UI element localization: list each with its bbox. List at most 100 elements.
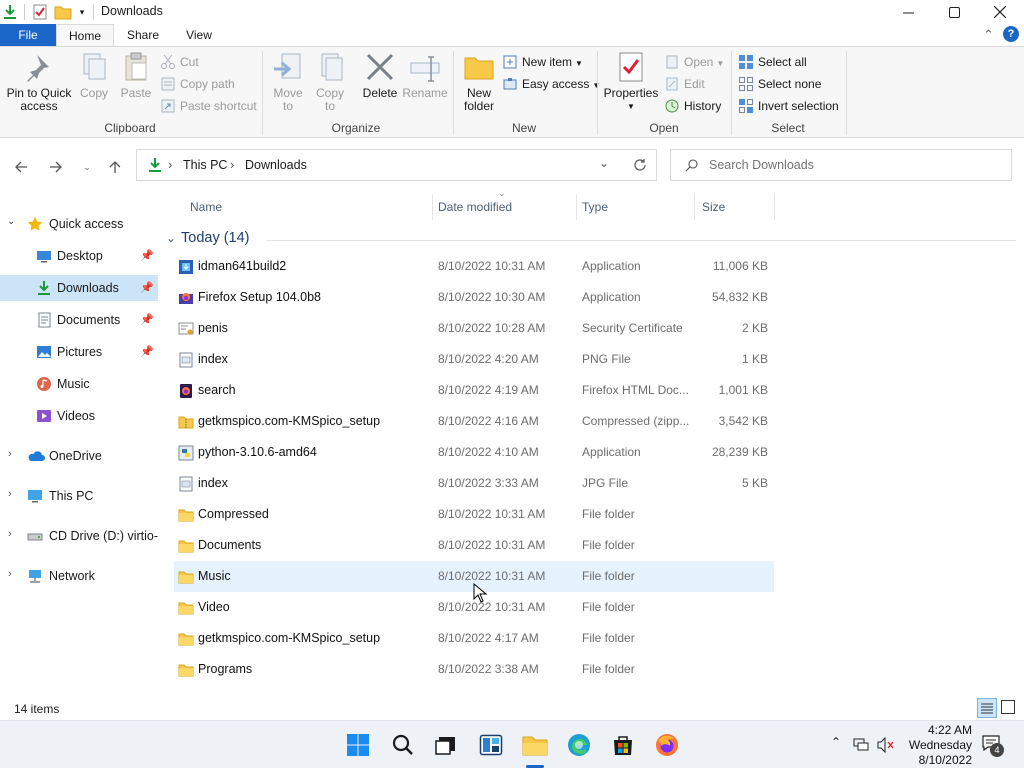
- pin-to-quick-access-button[interactable]: Pin to Quick access: [4, 51, 74, 113]
- nav-item-quick-access[interactable]: ⌄ Quick access: [0, 211, 158, 237]
- minimize-button[interactable]: [885, 0, 931, 24]
- file-row[interactable]: search 8/10/2022 4:19 AM Firefox HTML Doc.…: [174, 375, 774, 406]
- tab-share[interactable]: Share: [118, 24, 168, 46]
- file-explorer-taskbar-icon[interactable]: [519, 729, 551, 761]
- file-row[interactable]: getkmspico.com-KMSpico_setup 8/10/2022 4:…: [174, 406, 774, 437]
- file-row[interactable]: index 8/10/2022 4:20 AM PNG File 1 KB: [174, 344, 774, 375]
- network-tray-icon[interactable]: [853, 738, 869, 752]
- breadcrumb-this-pc[interactable]: This PC: [183, 158, 227, 172]
- column-header-type[interactable]: Type: [574, 194, 694, 220]
- file-row[interactable]: index 8/10/2022 3:33 AM JPG File 5 KB: [174, 468, 774, 499]
- expanded-chevron-icon[interactable]: ⌄: [7, 216, 15, 227]
- new-folder-button[interactable]: New folder: [458, 51, 500, 113]
- breadcrumb-separator-icon[interactable]: ›: [230, 157, 234, 172]
- folder-row[interactable]: Programs 8/10/2022 3:38 AM File folder: [174, 654, 774, 685]
- history-button[interactable]: History: [664, 96, 721, 116]
- column-header-size[interactable]: Size: [694, 194, 774, 220]
- up-arrow-icon[interactable]: [104, 156, 126, 178]
- task-view-icon[interactable]: [430, 729, 462, 761]
- collapsed-chevron-icon[interactable]: ›: [8, 568, 12, 580]
- folder-row[interactable]: getkmspico.com-KMSpico_setup 8/10/2022 4:…: [174, 623, 774, 654]
- nav-item-this-pc[interactable]: › This PC: [0, 483, 158, 509]
- breadcrumb-downloads[interactable]: Downloads: [245, 158, 307, 172]
- address-dropdown-chevron-icon[interactable]: ⌄: [599, 156, 609, 170]
- edge-browser-icon[interactable]: [563, 729, 595, 761]
- large-icons-view-button[interactable]: [1001, 700, 1015, 714]
- delete-button[interactable]: Delete: [358, 51, 402, 100]
- copy-button[interactable]: Copy: [74, 51, 114, 100]
- paste-shortcut-button[interactable]: Paste shortcut: [160, 96, 257, 116]
- recent-locations-chevron-icon[interactable]: ⌄: [76, 156, 98, 178]
- nav-item-pictures[interactable]: Pictures 📌: [0, 339, 158, 365]
- nav-item-onedrive[interactable]: › OneDrive: [0, 443, 158, 469]
- copy-to-button[interactable]: Copy to: [310, 51, 350, 113]
- help-icon[interactable]: ?: [1003, 26, 1019, 42]
- copy-path-button[interactable]: Copy path: [160, 74, 235, 94]
- group-collapse-chevron-icon[interactable]: ⌄: [166, 231, 176, 245]
- maximize-button[interactable]: [931, 0, 977, 24]
- file-date-modified: 8/10/2022 4:19 AM: [438, 383, 539, 397]
- nav-item-videos[interactable]: Videos: [0, 403, 158, 429]
- system-clock[interactable]: 4:22 AM Wednesday 8/10/2022: [898, 723, 972, 768]
- column-separator[interactable]: [774, 194, 775, 220]
- nav-item-music[interactable]: Music: [0, 371, 158, 397]
- select-all-button[interactable]: Select all: [738, 52, 807, 72]
- folder-row[interactable]: Documents 8/10/2022 10:31 AM File folder: [174, 530, 774, 561]
- column-header-name[interactable]: Name: [182, 194, 432, 220]
- open-button[interactable]: Open ▼: [664, 52, 724, 72]
- customize-quick-access-icon[interactable]: ▾: [76, 3, 88, 21]
- new-item-button[interactable]: New item ▼: [502, 52, 583, 72]
- cut-button[interactable]: Cut: [160, 52, 199, 72]
- tab-view[interactable]: View: [174, 24, 224, 46]
- properties-icon: [615, 51, 647, 83]
- file-row[interactable]: idman641build2 8/10/2022 10:31 AM Applicat…: [174, 251, 774, 282]
- nav-label: Quick access: [49, 217, 124, 231]
- tab-file[interactable]: File: [0, 24, 56, 46]
- microsoft-store-icon[interactable]: [607, 729, 639, 761]
- notification-center-button[interactable]: 4: [982, 735, 1004, 757]
- collapsed-chevron-icon[interactable]: ›: [8, 528, 12, 540]
- breadcrumb-separator-icon[interactable]: ›: [168, 157, 172, 172]
- refresh-icon[interactable]: [633, 158, 647, 172]
- tab-home[interactable]: Home: [56, 24, 114, 47]
- details-view-button[interactable]: [977, 698, 997, 718]
- collapsed-chevron-icon[interactable]: ›: [8, 448, 12, 460]
- file-row[interactable]: Firefox Setup 104.0b8 8/10/2022 10:30 AM A…: [174, 282, 774, 313]
- start-windows-icon[interactable]: [342, 729, 374, 761]
- new-folder-quick-icon[interactable]: [54, 3, 72, 21]
- folder-row[interactable]: Compressed 8/10/2022 10:31 AM File folder: [174, 499, 774, 530]
- open-group-label: Open: [649, 121, 679, 135]
- file-type: Application: [582, 445, 641, 459]
- pinned-icon: 📌: [140, 282, 154, 294]
- forward-arrow-icon[interactable]: [45, 156, 67, 178]
- invert-selection-button[interactable]: Invert selection: [738, 96, 839, 116]
- nav-item-downloads[interactable]: Downloads 📌: [0, 275, 158, 301]
- file-row[interactable]: penis 8/10/2022 10:28 AM Security Certific…: [174, 313, 774, 344]
- search-input[interactable]: [709, 157, 999, 173]
- close-button[interactable]: [977, 0, 1023, 24]
- move-to-button[interactable]: Move to: [268, 51, 308, 113]
- search-box[interactable]: [670, 149, 1012, 181]
- widgets-icon[interactable]: [475, 729, 507, 761]
- nav-item-documents[interactable]: Documents 📌: [0, 307, 158, 333]
- paste-button[interactable]: Paste: [116, 51, 156, 100]
- edit-button[interactable]: Edit: [664, 74, 705, 94]
- search-taskbar-icon[interactable]: [387, 729, 419, 761]
- select-none-button[interactable]: Select none: [738, 74, 821, 94]
- folder-icon: [178, 540, 194, 553]
- volume-muted-icon[interactable]: [877, 737, 895, 753]
- collapse-ribbon-icon[interactable]: ⌃: [983, 27, 994, 43]
- file-row[interactable]: python-3.10.6-amd64 8/10/2022 4:10 AM Appl…: [174, 437, 774, 468]
- easy-access-button[interactable]: Easy access▼: [502, 74, 600, 94]
- show-hidden-icons-chevron-icon[interactable]: ⌃: [831, 735, 841, 749]
- nav-item-cd-drive[interactable]: › CD Drive (D:) virtio-w: [0, 523, 158, 549]
- collapsed-chevron-icon[interactable]: ›: [8, 488, 12, 500]
- nav-item-desktop[interactable]: Desktop 📌: [0, 243, 158, 269]
- properties-quick-icon[interactable]: [32, 3, 48, 21]
- nav-item-network[interactable]: › Network: [0, 563, 158, 589]
- address-bar[interactable]: › This PC › Downloads ⌄: [136, 149, 657, 181]
- firefox-browser-icon[interactable]: [651, 729, 683, 761]
- back-arrow-icon[interactable]: [10, 156, 32, 178]
- properties-button[interactable]: Properties ▼: [602, 51, 660, 113]
- rename-button[interactable]: Rename: [402, 51, 448, 100]
